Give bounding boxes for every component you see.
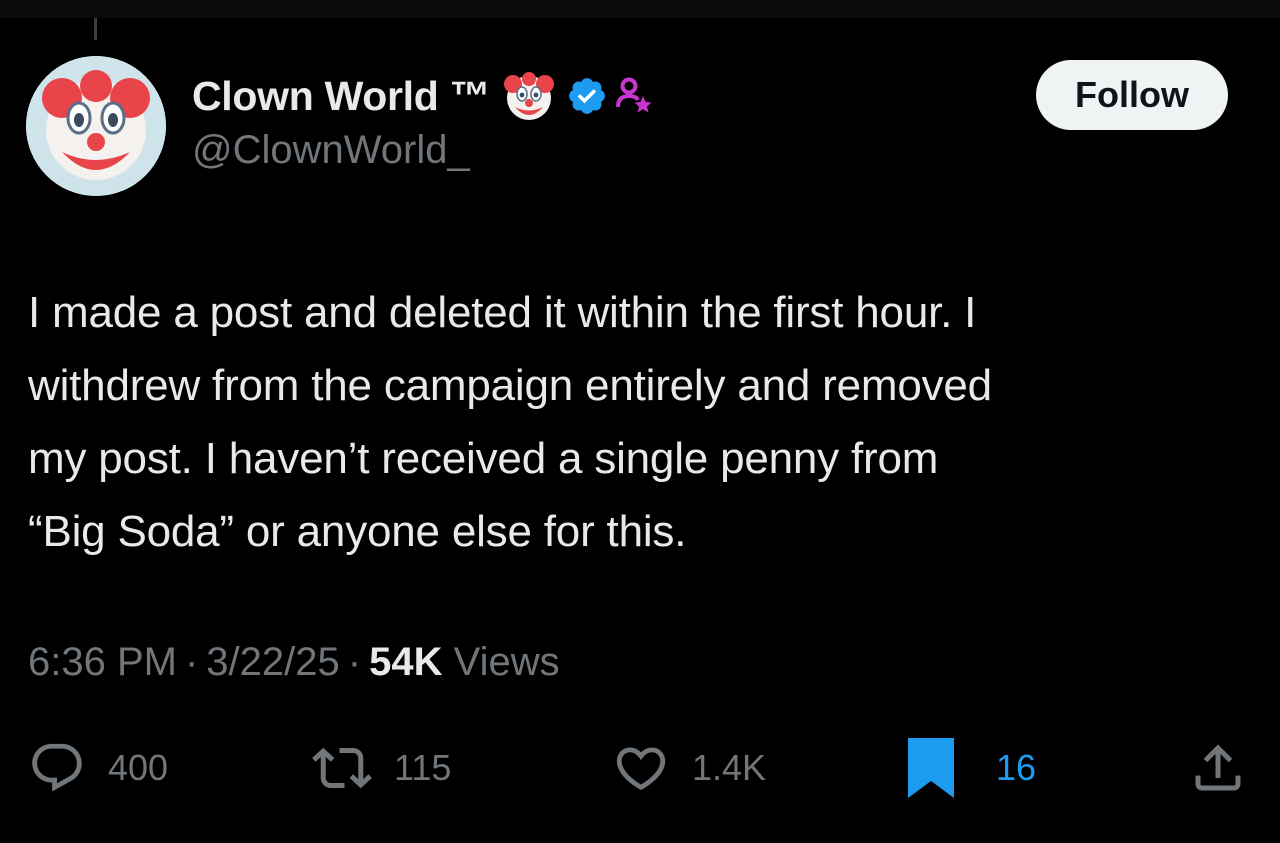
reply-button[interactable]: 400 xyxy=(28,738,168,798)
heart-icon xyxy=(616,747,666,791)
clown-face-icon xyxy=(500,67,558,125)
verified-badge-icon[interactable] xyxy=(566,75,608,117)
thread-line xyxy=(94,18,97,40)
tweet-text-line: withdrew from the campaign entirely and … xyxy=(28,361,992,410)
bookmark-count: 16 xyxy=(996,747,1037,788)
tweet-text: I made a post and deleted it within the … xyxy=(28,276,1248,568)
meta-separator: · xyxy=(347,640,362,684)
views-label: Views xyxy=(453,640,560,684)
clown-face-icon xyxy=(26,56,166,196)
tweet-date[interactable]: 3/22/25 xyxy=(206,640,339,684)
author-handle[interactable]: @ClownWorld_ xyxy=(192,128,470,173)
retweet-count: 115 xyxy=(394,747,452,788)
views-count: 54K xyxy=(369,640,443,684)
like-button[interactable]: 1.4K xyxy=(612,738,766,798)
share-icon xyxy=(1195,744,1241,791)
bookmark-icon xyxy=(908,738,954,798)
reply-icon xyxy=(32,743,82,792)
bookmark-button[interactable]: 16 xyxy=(908,738,1036,798)
reply-count: 400 xyxy=(108,747,169,788)
tweet-meta: 6:36 PM · 3/22/25 · 54K Views xyxy=(28,640,560,685)
tweet-text-line: my post. I haven’t received a single pen… xyxy=(28,434,939,483)
tweet-time[interactable]: 6:36 PM xyxy=(28,640,177,684)
retweet-button[interactable]: 115 xyxy=(312,738,451,798)
tweet-text-line: “Big Soda” or anyone else for this. xyxy=(28,507,687,556)
avatar[interactable] xyxy=(26,56,166,196)
meta-separator: · xyxy=(184,640,199,684)
tweet-text-line: I made a post and deleted it within the … xyxy=(28,288,977,337)
author-name-row[interactable]: Clown World ™ xyxy=(192,66,652,126)
follow-button[interactable]: Follow xyxy=(1036,60,1228,130)
like-count: 1.4K xyxy=(692,747,767,788)
affiliate-badge-icon[interactable] xyxy=(616,77,652,115)
top-strip xyxy=(0,0,1280,18)
share-button[interactable] xyxy=(1188,738,1248,798)
retweet-icon xyxy=(312,747,372,789)
display-name[interactable]: Clown World ™ xyxy=(192,73,491,120)
